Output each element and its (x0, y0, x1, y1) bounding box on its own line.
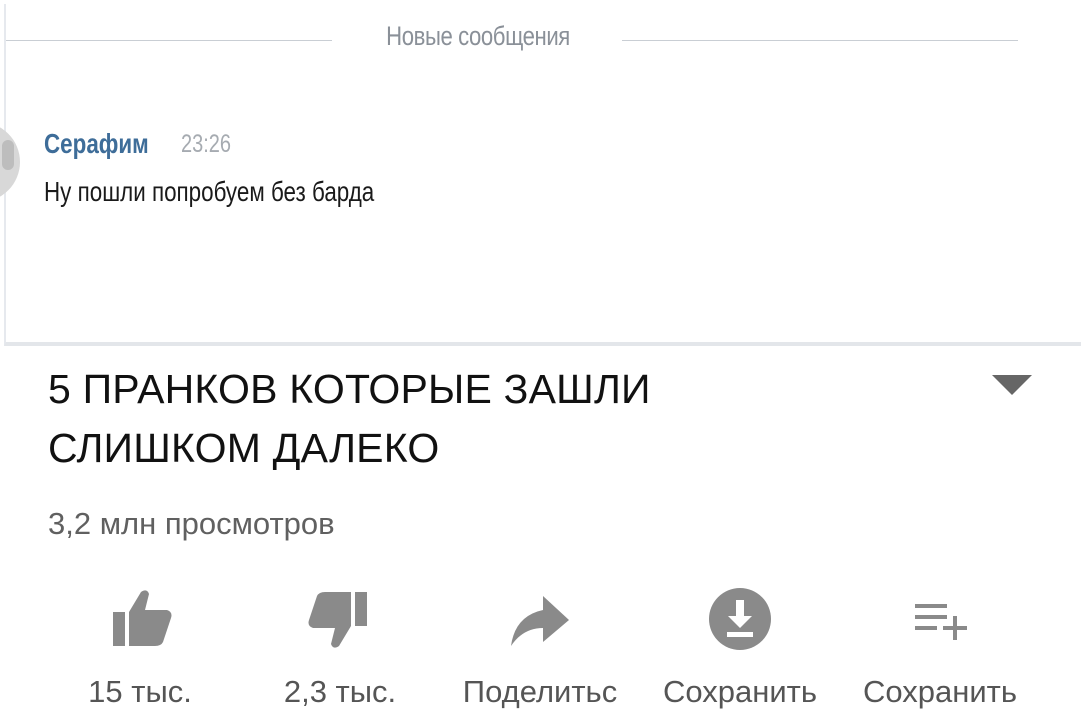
thumbs-up-icon (105, 584, 175, 654)
dislike-count: 2,3 тыс. (283, 674, 397, 709)
action-bar: 15 тыс. 2,3 тыс. Поделитьс Сохранить Сох… (0, 580, 1081, 720)
divider-line-left (6, 40, 332, 41)
download-button[interactable]: Сохранить (640, 580, 840, 720)
dislike-button[interactable]: 2,3 тыс. (240, 580, 440, 720)
save-label: Сохранить (862, 674, 1018, 709)
share-label: Поделитьс (462, 674, 618, 709)
message-time: 23:26 (181, 130, 232, 158)
avatar[interactable] (0, 122, 20, 202)
thumbs-down-icon (305, 584, 375, 654)
view-count: 3,2 млн просмотров (48, 506, 335, 541)
share-button[interactable]: Поделитьс (440, 580, 640, 720)
new-messages-divider: Новые сообщения (386, 21, 570, 51)
add-to-playlist-icon (905, 584, 975, 654)
message-text: Ну пошли попробуем без барда (44, 176, 375, 207)
share-icon (505, 584, 575, 654)
video-title-line-1: 5 ПРАНКОВ КОТОРЫЕ ЗАШЛИ (48, 366, 651, 412)
divider-line-right (622, 40, 1018, 41)
video-title-line-2: СЛИШКОМ ДАЛЕКО (48, 425, 440, 471)
message-author[interactable]: Серафим (44, 128, 149, 160)
download-label: Сохранить (662, 674, 818, 709)
like-button[interactable]: 15 тыс. (40, 580, 240, 720)
chat-panel: Новые сообщения Серафим 23:26 Ну пошли п… (0, 4, 1081, 346)
like-count: 15 тыс. (88, 674, 192, 709)
expand-description-icon[interactable] (992, 375, 1032, 395)
save-to-playlist-button[interactable]: Сохранить (840, 580, 1040, 720)
video-title: 5 ПРАНКОВ КОТОРЫЕ ЗАШЛИ СЛИШКОМ ДАЛЕКО (48, 360, 808, 478)
download-icon (705, 584, 775, 654)
